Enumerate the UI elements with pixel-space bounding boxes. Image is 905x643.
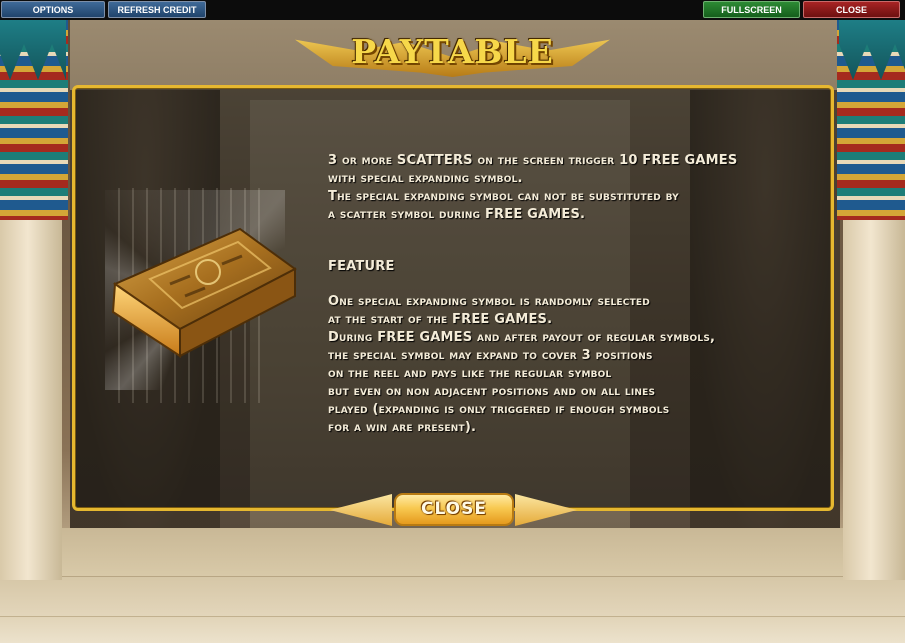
stone-step <box>0 576 905 617</box>
book-of-ra-icon <box>111 227 297 358</box>
close-game-button[interactable]: CLOSE <box>803 1 900 18</box>
refresh-credit-button[interactable]: REFRESH CREDIT <box>108 1 206 18</box>
scatter-description: 3 or more SCATTERS on the screen trigger… <box>328 153 738 222</box>
feature-heading: FEATURE <box>328 259 395 274</box>
top-toolbar: OPTIONS REFRESH CREDIT FULLSCREEN CLOSE <box>0 0 905 20</box>
paytable-close-button[interactable]: CLOSE <box>394 493 514 526</box>
paytable-title: PAYTABLE <box>351 32 554 71</box>
stone-step <box>0 616 905 643</box>
pillar-left <box>0 20 68 580</box>
fullscreen-button[interactable]: FULLSCREEN <box>703 1 800 18</box>
stone-step <box>0 528 905 576</box>
options-button[interactable]: OPTIONS <box>1 1 105 18</box>
feature-description: One special expanding symbol is randomly… <box>328 294 716 435</box>
pillar-right <box>837 20 905 580</box>
